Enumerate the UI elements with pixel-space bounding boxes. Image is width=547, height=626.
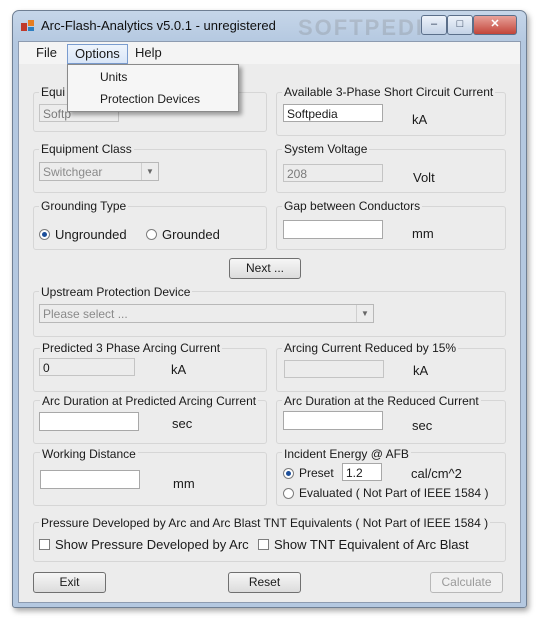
main-window: Arc-Flash-Analytics v5.0.1 - unregistere… xyxy=(12,10,527,608)
gap-unit: mm xyxy=(412,226,434,241)
app-icon xyxy=(21,20,34,31)
gap-label: Gap between Conductors xyxy=(282,199,423,213)
evaluated-label[interactable]: Evaluated ( Not Part of IEEE 1584 ) xyxy=(299,486,488,500)
arc-duration-red-unit: sec xyxy=(412,418,433,433)
short-circuit-input[interactable]: Softpedia xyxy=(283,104,383,122)
preset-radio[interactable] xyxy=(283,468,294,479)
arc-duration-pred-label: Arc Duration at Predicted Arcing Current xyxy=(40,394,259,408)
working-distance-label: Working Distance xyxy=(40,447,138,461)
close-button[interactable]: ✕ xyxy=(473,15,517,35)
minimize-button[interactable]: – xyxy=(421,15,447,35)
next-button[interactable]: Next ... xyxy=(229,258,301,279)
grounded-radio[interactable] xyxy=(146,229,157,240)
system-voltage-field[interactable]: 208 xyxy=(283,164,383,182)
working-distance-unit: mm xyxy=(173,476,195,491)
system-voltage-label: System Voltage xyxy=(282,142,370,156)
grounding-label: Grounding Type xyxy=(39,199,129,213)
reduced-arcing-field[interactable] xyxy=(284,360,384,378)
predicted-arcing-field[interactable]: 0 xyxy=(39,358,135,376)
pressure-label: Pressure Developed by Arc and Arc Blast … xyxy=(39,516,491,530)
ungrounded-radio[interactable] xyxy=(39,229,50,240)
arc-duration-pred-input[interactable] xyxy=(39,412,139,431)
arc-duration-red-label: Arc Duration at the Reduced Current xyxy=(282,394,481,408)
options-dropdown: Units Protection Devices xyxy=(67,64,239,112)
equipment-class-value: Switchgear xyxy=(43,165,103,179)
maximize-button[interactable]: □ xyxy=(447,15,473,35)
working-distance-input[interactable] xyxy=(40,470,140,489)
equipment-class-label: Equipment Class xyxy=(39,142,134,156)
menu-file[interactable]: File xyxy=(29,44,64,62)
incident-energy-label: Incident Energy @ AFB xyxy=(282,447,411,461)
chevron-down-icon: ▼ xyxy=(356,305,373,322)
window-title: Arc-Flash-Analytics v5.0.1 - unregistere… xyxy=(41,18,276,33)
arc-duration-pred-unit: sec xyxy=(172,416,193,431)
show-tnt-checkbox[interactable] xyxy=(258,539,269,550)
incident-energy-unit: cal/cm^2 xyxy=(411,466,462,481)
exit-button[interactable]: Exit xyxy=(33,572,106,593)
menu-item-protection-devices[interactable]: Protection Devices xyxy=(100,92,200,106)
equipment-label: Equi xyxy=(39,85,68,99)
gap-input[interactable] xyxy=(283,220,383,239)
show-pressure-checkbox[interactable] xyxy=(39,539,50,550)
reduced-arcing-label: Arcing Current Reduced by 15% xyxy=(282,341,459,355)
upstream-label: Upstream Protection Device xyxy=(39,285,193,299)
menu-bar: File Options Help xyxy=(19,42,520,64)
menu-options[interactable]: Options xyxy=(67,44,128,64)
show-tnt-label[interactable]: Show TNT Equivalent of Arc Blast xyxy=(274,537,469,552)
predicted-arcing-label: Predicted 3 Phase Arcing Current xyxy=(40,341,223,355)
grounded-label[interactable]: Grounded xyxy=(162,227,220,242)
reduced-arcing-unit: kA xyxy=(413,363,429,378)
preset-label[interactable]: Preset xyxy=(299,466,334,480)
evaluated-radio[interactable] xyxy=(283,488,294,499)
ungrounded-label[interactable]: Ungrounded xyxy=(55,227,127,242)
title-bar[interactable]: Arc-Flash-Analytics v5.0.1 - unregistere… xyxy=(13,11,526,41)
preset-input[interactable]: 1.2 xyxy=(342,463,382,481)
upstream-placeholder: Please select ... xyxy=(43,307,128,321)
short-circuit-label: Available 3-Phase Short Circuit Current xyxy=(282,85,496,99)
short-circuit-unit: kA xyxy=(412,112,428,127)
menu-help[interactable]: Help xyxy=(128,44,169,62)
reset-button[interactable]: Reset xyxy=(228,572,301,593)
upstream-select[interactable]: Please select ... ▼ xyxy=(39,304,374,323)
system-voltage-unit: Volt xyxy=(413,170,435,185)
chevron-down-icon: ▼ xyxy=(141,163,158,180)
calculate-button[interactable]: Calculate xyxy=(430,572,503,593)
arc-duration-red-input[interactable] xyxy=(283,411,383,430)
menu-item-units[interactable]: Units xyxy=(100,70,127,84)
client-area: File Options Help Units Protection Devic… xyxy=(18,41,521,603)
predicted-arcing-unit: kA xyxy=(171,362,187,377)
equipment-class-select[interactable]: Switchgear ▼ xyxy=(39,162,159,181)
show-pressure-label[interactable]: Show Pressure Developed by Arc xyxy=(55,537,249,552)
